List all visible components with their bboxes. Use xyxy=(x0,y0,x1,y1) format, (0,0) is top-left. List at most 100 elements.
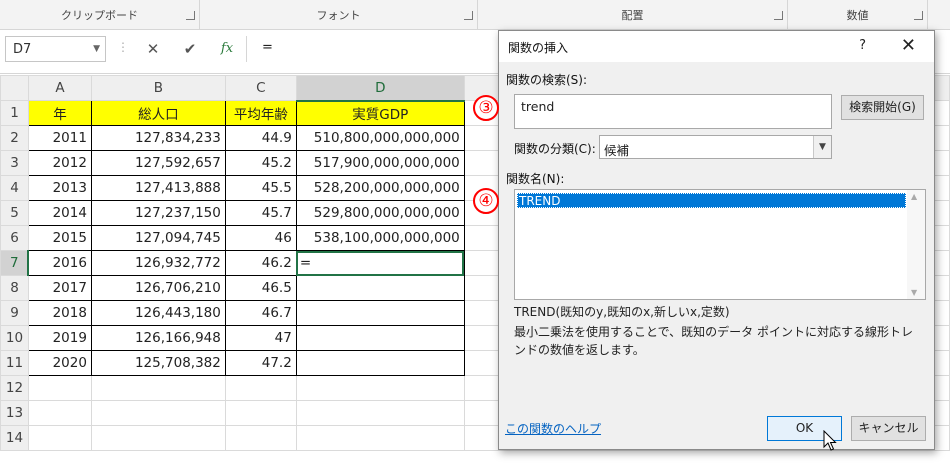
cell[interactable] xyxy=(27,400,92,426)
cell-year[interactable]: 2017 xyxy=(27,275,92,301)
cell[interactable] xyxy=(224,375,297,401)
row-header[interactable]: 2 xyxy=(0,125,29,151)
dialog-launcher-icon[interactable] xyxy=(464,11,473,20)
cell-year[interactable]: 2019 xyxy=(27,325,92,351)
help-icon[interactable]: ? xyxy=(859,38,866,53)
cell-population[interactable]: 127,094,745 xyxy=(90,225,226,251)
enter-icon[interactable]: ✔ xyxy=(179,39,201,59)
cell-real-gdp[interactable]: 517,900,000,000,000 xyxy=(295,150,465,176)
cell-average-age[interactable]: 46 xyxy=(224,225,297,251)
cell-average-age[interactable]: 44.9 xyxy=(224,125,297,151)
active-cell-d7[interactable]: = xyxy=(295,250,465,276)
row-header[interactable]: 7 xyxy=(0,250,30,276)
cell-average-age[interactable]: 45.2 xyxy=(224,150,297,176)
drag-handle-icon[interactable]: ⋮ xyxy=(117,40,129,54)
cell-real-gdp[interactable]: 529,800,000,000,000 xyxy=(295,200,465,226)
function-help-link[interactable]: この関数のヘルプ xyxy=(505,420,601,437)
cell-real-gdp[interactable] xyxy=(295,350,465,376)
cell-population[interactable]: 127,592,657 xyxy=(90,150,226,176)
row-header[interactable]: 4 xyxy=(0,175,29,201)
cell[interactable] xyxy=(90,425,226,451)
cell-population[interactable]: 125,708,382 xyxy=(90,350,226,376)
function-name-list[interactable]: TREND ▲ ▼ xyxy=(514,189,926,300)
cell-population[interactable]: 126,443,180 xyxy=(90,300,226,326)
row-header[interactable]: 3 xyxy=(0,150,29,176)
cell-year[interactable]: 2020 xyxy=(27,350,92,376)
dialog-title-bar[interactable]: 関数の挿入 ? ✕ xyxy=(499,31,934,62)
cell-year[interactable]: 2015 xyxy=(27,225,92,251)
function-search-input[interactable]: trend xyxy=(514,94,832,129)
column-header-c[interactable]: C xyxy=(224,75,297,101)
cell-year[interactable]: 2016 xyxy=(27,250,92,276)
cell-average-age[interactable]: 47 xyxy=(224,325,297,351)
row-header[interactable]: 6 xyxy=(0,225,29,251)
column-header-a[interactable]: A xyxy=(27,75,92,101)
header-cell-average-age[interactable]: 平均年齢 xyxy=(224,100,297,126)
cell-average-age[interactable]: 46.2 xyxy=(224,250,297,276)
row-header[interactable]: 14 xyxy=(0,425,29,451)
cell-population[interactable]: 126,932,772 xyxy=(90,250,226,276)
list-scrollbar[interactable]: ▲ ▼ xyxy=(907,190,925,299)
row-header[interactable]: 12 xyxy=(0,375,29,401)
cell[interactable] xyxy=(27,375,92,401)
header-cell-population[interactable]: 総人口 xyxy=(90,100,226,126)
cell-real-gdp[interactable] xyxy=(295,300,465,326)
cell-real-gdp[interactable]: 528,200,000,000,000 xyxy=(295,175,465,201)
cell[interactable] xyxy=(295,375,465,401)
dialog-launcher-icon[interactable] xyxy=(914,11,923,20)
cell-average-age[interactable]: 46.7 xyxy=(224,300,297,326)
header-cell-real-gdp[interactable]: 実質GDP xyxy=(295,100,465,126)
cancel-icon[interactable]: ✕ xyxy=(142,39,164,59)
cell-average-age[interactable]: 45.5 xyxy=(224,175,297,201)
header-cell-year[interactable]: 年 xyxy=(27,100,92,126)
row-header[interactable]: 1 xyxy=(0,100,29,126)
row-header[interactable]: 5 xyxy=(0,200,29,226)
cell-average-age[interactable]: 47.2 xyxy=(224,350,297,376)
dialog-launcher-icon[interactable] xyxy=(774,11,783,20)
cell-year[interactable]: 2013 xyxy=(27,175,92,201)
function-list-item-selected[interactable]: TREND xyxy=(517,193,906,208)
select-all-corner[interactable] xyxy=(0,75,29,101)
cell[interactable] xyxy=(295,400,465,426)
cell-real-gdp[interactable] xyxy=(295,325,465,351)
cell[interactable] xyxy=(90,400,226,426)
cell[interactable] xyxy=(90,375,226,401)
cell-population[interactable]: 126,706,210 xyxy=(90,275,226,301)
cell[interactable] xyxy=(295,425,465,451)
scroll-down-icon[interactable]: ▼ xyxy=(911,288,917,297)
row-header[interactable]: 11 xyxy=(0,350,29,376)
row-header[interactable]: 10 xyxy=(0,325,29,351)
cell-population[interactable]: 127,834,233 xyxy=(90,125,226,151)
row-header[interactable]: 9 xyxy=(0,300,29,326)
cell-year[interactable]: 2014 xyxy=(27,200,92,226)
cell-year[interactable]: 2012 xyxy=(27,150,92,176)
row-header[interactable]: 13 xyxy=(0,400,29,426)
cell[interactable] xyxy=(224,425,297,451)
row-header[interactable]: 8 xyxy=(0,275,29,301)
formula-input[interactable]: = xyxy=(250,36,498,62)
cell-real-gdp[interactable]: 510,800,000,000,000 xyxy=(295,125,465,151)
cell-population[interactable]: 126,166,948 xyxy=(90,325,226,351)
cell[interactable] xyxy=(224,400,297,426)
cell-real-gdp[interactable] xyxy=(295,275,465,301)
chevron-down-icon[interactable]: ▼ xyxy=(813,136,831,158)
cell-real-gdp[interactable]: 538,100,000,000,000 xyxy=(295,225,465,251)
cell-population[interactable]: 127,413,888 xyxy=(90,175,226,201)
cell-population[interactable]: 127,237,150 xyxy=(90,200,226,226)
name-box[interactable]: D7 ▼ xyxy=(5,36,106,62)
cell-year[interactable]: 2018 xyxy=(27,300,92,326)
cancel-button[interactable]: キャンセル xyxy=(851,416,926,441)
insert-function-icon[interactable]: fx xyxy=(216,39,238,59)
cell-average-age[interactable]: 45.7 xyxy=(224,200,297,226)
chevron-down-icon[interactable]: ▼ xyxy=(93,44,100,54)
column-header-b[interactable]: B xyxy=(90,75,226,101)
cell-year[interactable]: 2011 xyxy=(27,125,92,151)
close-icon[interactable]: ✕ xyxy=(901,35,916,56)
category-select[interactable]: 候補 ▼ xyxy=(599,135,832,159)
cell-average-age[interactable]: 46.5 xyxy=(224,275,297,301)
search-start-button[interactable]: 検索開始(G) xyxy=(841,95,924,120)
dialog-launcher-icon[interactable] xyxy=(186,11,195,20)
cell[interactable] xyxy=(27,425,92,451)
scroll-up-icon[interactable]: ▲ xyxy=(911,192,917,201)
column-header-d[interactable]: D xyxy=(295,75,465,102)
